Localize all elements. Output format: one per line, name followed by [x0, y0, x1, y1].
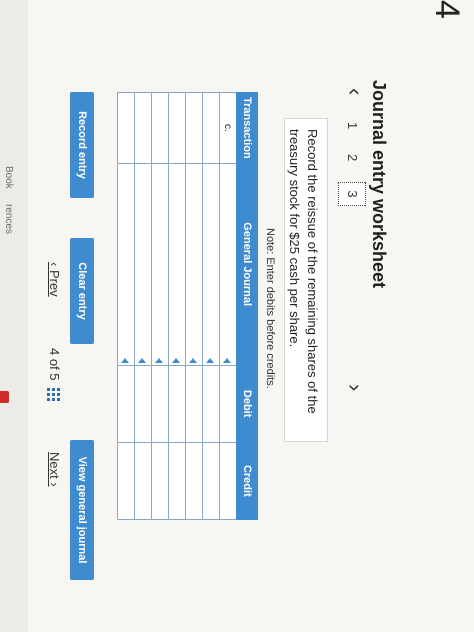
instruction-box: Record the reissue of the remaining shar…	[284, 118, 328, 442]
tab-1[interactable]: 1	[345, 122, 360, 129]
transaction-cell: c.	[219, 92, 237, 164]
pager-position: 4 of 5	[47, 348, 62, 381]
debit-input[interactable]	[202, 365, 220, 443]
transaction-cell	[151, 92, 169, 164]
worksheet-screen: 4 Journal entry worksheet ‹ 1 2 3 › Reco…	[28, 0, 474, 632]
instruction-text: Record the reissue of the remaining shar…	[287, 129, 320, 414]
sidebar-item-references[interactable]: rences	[3, 204, 14, 234]
col-credit: Credit	[236, 442, 258, 520]
col-debit: Debit	[236, 365, 258, 443]
page-title: Journal entry worksheet	[369, 80, 389, 289]
credit-input[interactable]	[219, 442, 237, 520]
sidebar-strip: Book rences	[0, 0, 28, 632]
next-label: Next	[47, 452, 62, 479]
screen-photo: Book rences 4 Journal entry worksheet ‹ …	[0, 0, 474, 632]
transaction-cell	[168, 92, 186, 164]
col-transaction: Transaction	[236, 92, 258, 164]
debit-input[interactable]	[117, 365, 135, 443]
account-select[interactable]	[134, 163, 152, 366]
table-row	[134, 92, 152, 520]
debit-input[interactable]	[151, 365, 169, 443]
account-select[interactable]	[168, 163, 186, 366]
credit-input[interactable]	[117, 442, 135, 520]
credit-input[interactable]	[185, 442, 203, 520]
credit-input[interactable]	[134, 442, 152, 520]
table-row	[151, 92, 169, 520]
table-row: c.	[219, 92, 237, 520]
account-select[interactable]	[117, 163, 135, 366]
sidebar-marker	[0, 391, 9, 403]
credit-input[interactable]	[202, 442, 220, 520]
debit-input[interactable]	[185, 365, 203, 443]
transaction-cell	[134, 92, 152, 164]
transaction-cell	[202, 92, 220, 164]
sidebar-item-ebook[interactable]: Book	[3, 166, 14, 189]
debit-input[interactable]	[134, 365, 152, 443]
table-row	[168, 92, 186, 520]
question-pager: ‹ Prev 4 of 5 Next ›	[42, 262, 62, 562]
table-header-row: Transaction General Journal Debit Credit	[236, 92, 258, 520]
account-select[interactable]	[202, 163, 220, 366]
table-row	[117, 92, 135, 520]
question-number: 4	[428, 0, 466, 19]
table-row	[185, 92, 203, 520]
entry-tabs: ‹ 1 2 3 ›	[336, 88, 368, 410]
table-row	[202, 92, 220, 520]
chevron-right-icon[interactable]: ›	[342, 384, 368, 391]
account-select[interactable]	[219, 163, 237, 366]
grid-icon[interactable]	[46, 388, 60, 402]
chevron-left-icon[interactable]: ‹	[342, 88, 368, 95]
entry-note: Note: Enter debits before credits.	[264, 228, 276, 389]
tab-3[interactable]: 3	[338, 182, 366, 206]
journal-table: Transaction General Journal Debit Credit…	[117, 92, 258, 520]
col-general-journal: General Journal	[236, 163, 258, 366]
next-link[interactable]: Next ›	[47, 452, 62, 487]
credit-input[interactable]	[168, 442, 186, 520]
tab-2[interactable]: 2	[345, 154, 360, 161]
worksheet-panel: 4 Journal entry worksheet ‹ 1 2 3 › Reco…	[28, 0, 474, 632]
account-select[interactable]	[185, 163, 203, 366]
clear-entry-button[interactable]: Clear entry	[70, 238, 94, 344]
view-general-journal-button[interactable]: View general journal	[70, 440, 94, 580]
account-select[interactable]	[151, 163, 169, 366]
transaction-cell	[117, 92, 135, 164]
prev-label: Prev	[47, 269, 62, 297]
record-entry-button[interactable]: Record entry	[70, 92, 94, 198]
transaction-cell	[185, 92, 203, 164]
debit-input[interactable]	[168, 365, 186, 443]
prev-link[interactable]: ‹ Prev	[47, 262, 62, 297]
debit-input[interactable]	[219, 365, 237, 443]
credit-input[interactable]	[151, 442, 169, 520]
